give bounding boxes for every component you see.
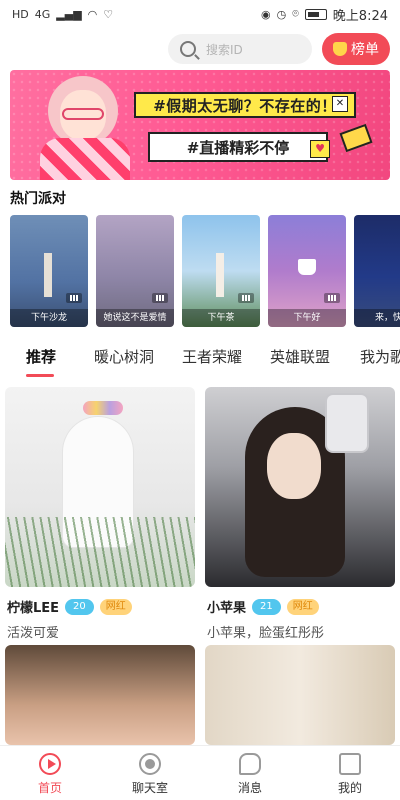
home-icon [339, 753, 361, 775]
record-icon [139, 753, 161, 775]
tab-honor-of-kings[interactable]: 王者荣耀 [182, 346, 242, 367]
tab-recommend[interactable]: 推荐 [26, 346, 56, 367]
top-bar: 搜索ID 榜单 [0, 30, 400, 70]
live-bars-icon [152, 293, 168, 303]
user-name: 柠檬LEE [7, 601, 60, 616]
bottom-nav: 首页 聊天室 消息 我的 [0, 745, 400, 800]
hd-badge: HD [12, 7, 29, 21]
influencer-badge: 网红 [286, 598, 319, 615]
coffee-cup-image [298, 259, 316, 275]
nav-label: 消息 [237, 781, 262, 795]
feed-photo [205, 387, 395, 587]
message-bubble-icon [239, 753, 261, 775]
tab-league-of-legends[interactable]: 英雄联盟 [270, 346, 330, 367]
feed-card[interactable]: 小苹果 21 网红 小苹果，脸蛋红彤彤 [205, 387, 395, 641]
nav-chatroom[interactable]: 聊天室 [100, 746, 200, 800]
nav-label: 聊天室 [131, 781, 168, 795]
search-icon [180, 41, 196, 57]
live-bars-icon [66, 293, 82, 303]
heart-rate-icon: ♡ [103, 7, 114, 21]
banner-girl-illustration [30, 74, 140, 180]
live-bars-icon [238, 293, 254, 303]
tab-warm-treehole[interactable]: 暖心树洞 [94, 346, 154, 367]
banner-headline: #假期太无聊？不存在的！ [134, 92, 356, 118]
live-bars-icon [324, 293, 340, 303]
rank-label: 榜单 [351, 42, 379, 58]
party-card[interactable]: 下午茶 [182, 215, 260, 327]
eye-icon: ◉ [260, 7, 271, 21]
party-caption: 下午茶 [182, 309, 260, 327]
wifi-icon: ◠ [87, 7, 98, 21]
user-description: 小苹果，脸蛋红彤彤 [207, 626, 325, 641]
play-circle-icon [39, 753, 61, 775]
search-placeholder: 搜索ID [206, 42, 243, 57]
active-tab-indicator [26, 374, 54, 377]
user-description: 活泼可爱 [7, 626, 60, 641]
tower-image [216, 253, 224, 297]
lighthouse-image [44, 253, 52, 297]
party-caption: 来，快乐 [354, 309, 400, 327]
feed-photo [5, 387, 195, 587]
category-tabs: 推荐 暖心树洞 王者荣耀 英雄联盟 我为歌 [0, 340, 400, 378]
party-card[interactable]: 来，快乐 [354, 215, 400, 327]
party-card[interactable]: 她说这不是爱情 [96, 215, 174, 327]
party-caption: 下午好 [268, 309, 346, 327]
level-badge: 20 [65, 598, 94, 615]
alarm-icon: ◷ [276, 7, 287, 21]
rank-button[interactable]: 榜单 [322, 33, 390, 65]
network-4g-badge: 4G [34, 7, 51, 21]
feed-photo[interactable] [5, 645, 195, 745]
feed-card[interactable]: 柠檬LEE 20 网红 活泼可爱 [5, 387, 195, 641]
close-icon: ✕ [332, 96, 348, 112]
party-card[interactable]: 下午沙龙 [10, 215, 88, 327]
influencer-badge: 网红 [99, 598, 132, 615]
tab-sing-for-you[interactable]: 我为歌 [360, 346, 400, 367]
status-bar: HD 4G ▂▄▆ ◠ ♡ ◉ ◷ ⌾ 晚上8:24 [0, 0, 400, 28]
level-badge: 21 [252, 598, 281, 615]
signal-icon: ▂▄▆ [56, 7, 82, 21]
hot-party-title: 热门派对 [10, 191, 66, 207]
nav-messages[interactable]: 消息 [200, 746, 300, 800]
feed-photo[interactable] [205, 645, 395, 745]
battery-icon [304, 8, 327, 20]
promo-banner[interactable]: #假期太无聊？不存在的！ ✕ #直播精彩不停 ♥ [10, 70, 390, 180]
user-name: 小苹果 [207, 601, 247, 616]
nav-label: 我的 [337, 781, 362, 795]
nav-home[interactable]: 首页 [0, 746, 100, 800]
heart-icon: ♥ [310, 140, 330, 158]
party-caption: 她说这不是爱情 [96, 309, 174, 327]
hot-party-list: 下午沙龙 她说这不是爱情 下午茶 下午好 来，快乐 [10, 215, 400, 327]
banner-subline: #直播精彩不停 [148, 132, 328, 162]
party-caption: 下午沙龙 [10, 309, 88, 327]
status-time: 晚上8:24 [332, 8, 388, 24]
party-card[interactable]: 下午好 [268, 215, 346, 327]
location-icon: ⌾ [292, 7, 299, 20]
trophy-icon [333, 42, 347, 56]
search-bar[interactable]: 搜索ID [168, 34, 312, 64]
nav-profile[interactable]: 我的 [300, 746, 400, 800]
nav-label: 首页 [37, 781, 62, 795]
